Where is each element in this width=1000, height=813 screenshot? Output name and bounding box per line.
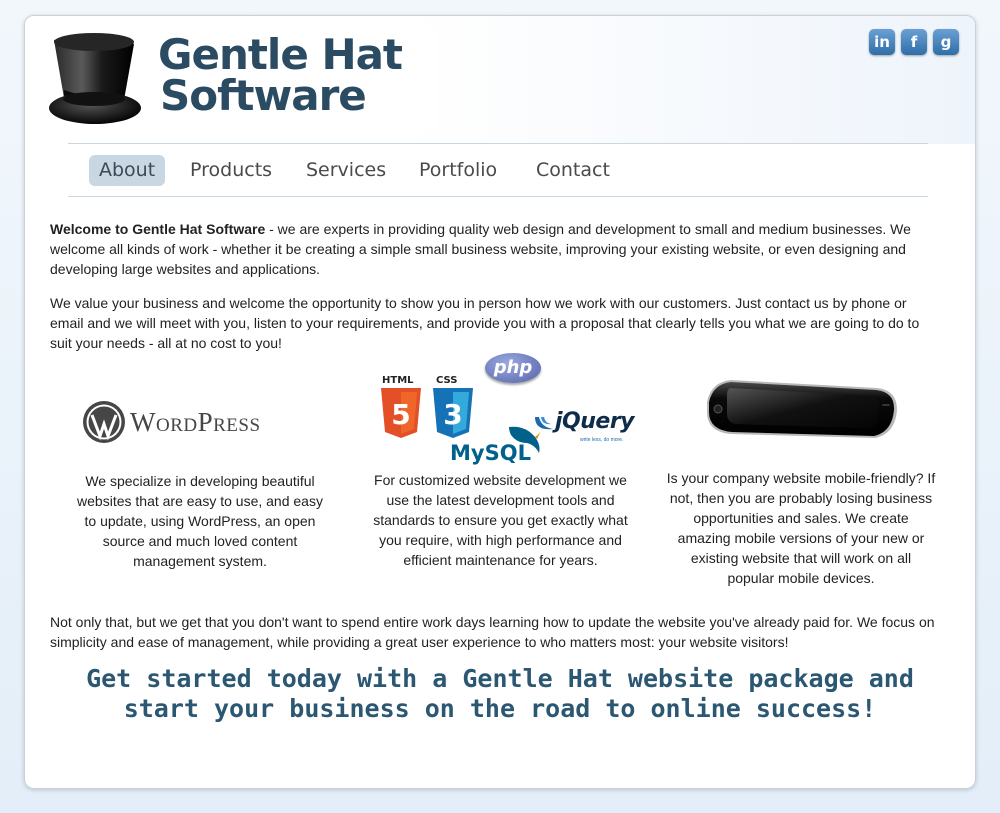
svg-text:3: 3 <box>443 398 462 431</box>
wordpress-description: We specialize in developing beautiful we… <box>77 473 323 569</box>
google-icon[interactable]: g <box>933 29 959 55</box>
outro-paragraph: Not only that, but we get that you don't… <box>50 614 935 650</box>
mobile-description: Is your company website mobile-friendly?… <box>666 470 936 586</box>
tech-logos: HTML 5 CSS 3 php jQuery write less, do m… <box>375 351 635 466</box>
value-paragraph: We value your business and welcome the o… <box>50 295 920 351</box>
intro-paragraph: Welcome to Gentle Hat Software - we are … <box>50 219 940 279</box>
smartphone-image <box>707 380 897 438</box>
css3-icon: 3 <box>433 388 473 438</box>
html5-icon: 5 <box>381 388 421 438</box>
php-label: php <box>493 357 533 378</box>
logo-line-2: Software <box>160 71 367 120</box>
mysql-dolphin-icon <box>509 426 543 453</box>
jquery-wordmark: jQuery <box>555 409 635 434</box>
top-hat-icon <box>49 33 141 124</box>
nav-item-products[interactable]: Products <box>180 155 282 186</box>
svg-text:5: 5 <box>391 398 410 431</box>
jquery-tagline: write less, do more. <box>580 437 624 443</box>
nav-item-services[interactable]: Services <box>296 155 396 186</box>
nav-item-about[interactable]: About <box>89 155 166 186</box>
cta-text: Get started today with a Gentle Hat webs… <box>86 664 914 723</box>
logo-line-1: Gentle Hat <box>158 30 403 79</box>
intro-heading: Welcome to Gentle Hat Software <box>50 221 266 237</box>
html-label: HTML <box>382 375 414 386</box>
wordpress-icon <box>83 401 125 443</box>
php-icon: php <box>485 353 541 383</box>
main-nav: About Products Services Portfolio Contac… <box>68 143 928 197</box>
site-logo[interactable]: Gentle Hat Software <box>38 28 438 128</box>
development-description: For customized website development we us… <box>373 472 628 568</box>
wordpress-wordmark: WordPress <box>130 407 261 437</box>
call-to-action: Get started today with a Gentle Hat webs… <box>25 664 975 724</box>
logo-text: Gentle Hat Software <box>158 30 403 120</box>
css-label: CSS <box>436 375 458 386</box>
linkedin-icon[interactable]: in <box>869 29 895 55</box>
social-links: in f g <box>869 29 959 55</box>
nav-item-portfolio[interactable]: Portfolio <box>409 155 507 186</box>
nav-item-contact[interactable]: Contact <box>526 155 620 186</box>
page-container: Gentle Hat Software in f g About Product… <box>24 15 976 789</box>
wordpress-logo: WordPress <box>82 400 282 446</box>
facebook-icon[interactable]: f <box>901 29 927 55</box>
